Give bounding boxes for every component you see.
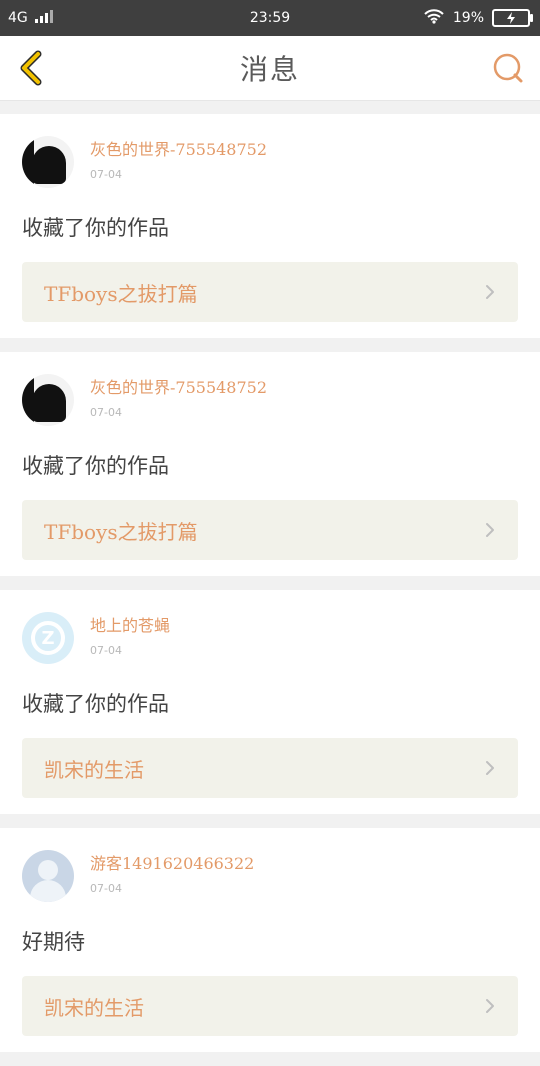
work-title: TFboys之拔打篇 (44, 519, 198, 544)
status-bar: 4G 23:59 19% (0, 0, 540, 36)
signal-icon (34, 9, 56, 27)
message-header: Z 地上的苍蝇 07-04 (0, 612, 540, 664)
work-title: TFboys之拔打篇 (44, 281, 198, 306)
chevron-right-icon (482, 522, 498, 538)
work-link[interactable]: TFboys之拔打篇 (22, 500, 518, 560)
battery-icon (492, 9, 533, 27)
work-link[interactable]: 凯宋的生活 (22, 976, 518, 1036)
chevron-right-icon (482, 284, 498, 300)
avatar[interactable]: Z (22, 612, 74, 664)
avatar[interactable] (22, 850, 74, 902)
message-card: Z 地上的苍蝇 07-04 收藏了你的作品 凯宋的生活 (0, 590, 540, 814)
date: 07-04 (90, 168, 122, 181)
qq-z-icon: Z (31, 621, 65, 655)
message-card: 灰色的世界-755548752 07-04 收藏了你的作品 TFboys之拔打篇 (0, 352, 540, 576)
work-link[interactable]: TFboys之拔打篇 (22, 262, 518, 322)
message-header: 游客1491620466322 07-04 (0, 850, 540, 902)
message-meta: 地上的苍蝇 07-04 (90, 612, 170, 657)
date: 07-04 (90, 406, 122, 419)
work-title: 凯宋的生活 (44, 757, 144, 782)
date: 07-04 (90, 882, 122, 895)
work-link[interactable]: 凯宋的生活 (22, 738, 518, 798)
search-button[interactable] (488, 48, 528, 88)
wifi-icon (423, 8, 445, 28)
search-icon (493, 53, 523, 83)
avatar[interactable] (22, 136, 74, 188)
message-meta: 游客1491620466322 07-04 (90, 850, 254, 895)
time: 23:59 (249, 10, 291, 26)
chevron-right-icon (482, 760, 498, 776)
message-text: 收藏了你的作品 (22, 216, 169, 240)
chevron-left-icon (20, 50, 42, 86)
app-header: 消息 (0, 36, 540, 101)
message-header: 灰色的世界-755548752 07-04 (0, 136, 540, 188)
message-meta: 灰色的世界-755548752 07-04 (90, 374, 267, 419)
message-text: 收藏了你的作品 (22, 692, 169, 716)
back-button[interactable] (10, 46, 54, 90)
status-left: 4G (0, 9, 56, 27)
message-meta: 灰色的世界-755548752 07-04 (90, 136, 267, 181)
username[interactable]: 地上的苍蝇 (90, 616, 170, 636)
status-right: 19% (423, 8, 540, 28)
work-title: 凯宋的生活 (44, 995, 144, 1020)
username[interactable]: 游客1491620466322 (90, 854, 254, 874)
username[interactable]: 灰色的世界-755548752 (90, 378, 267, 398)
message-feed: 灰色的世界-755548752 07-04 收藏了你的作品 TFboys之拔打篇… (0, 114, 540, 1066)
avatar[interactable] (22, 374, 74, 426)
date: 07-04 (90, 644, 122, 657)
network-type: 4G (8, 10, 28, 26)
message-card: 游客1491620466322 07-04 好期待 凯宋的生活 (0, 828, 540, 1052)
message-text: 收藏了你的作品 (22, 454, 169, 478)
chevron-right-icon (482, 998, 498, 1014)
message-text: 好期待 (22, 930, 85, 954)
battery-percent: 19% (452, 10, 484, 26)
username[interactable]: 灰色的世界-755548752 (90, 140, 267, 160)
message-card: 灰色的世界-755548752 07-04 收藏了你的作品 TFboys之拔打篇 (0, 114, 540, 338)
page-title: 消息 (239, 53, 300, 86)
message-header: 灰色的世界-755548752 07-04 (0, 374, 540, 426)
